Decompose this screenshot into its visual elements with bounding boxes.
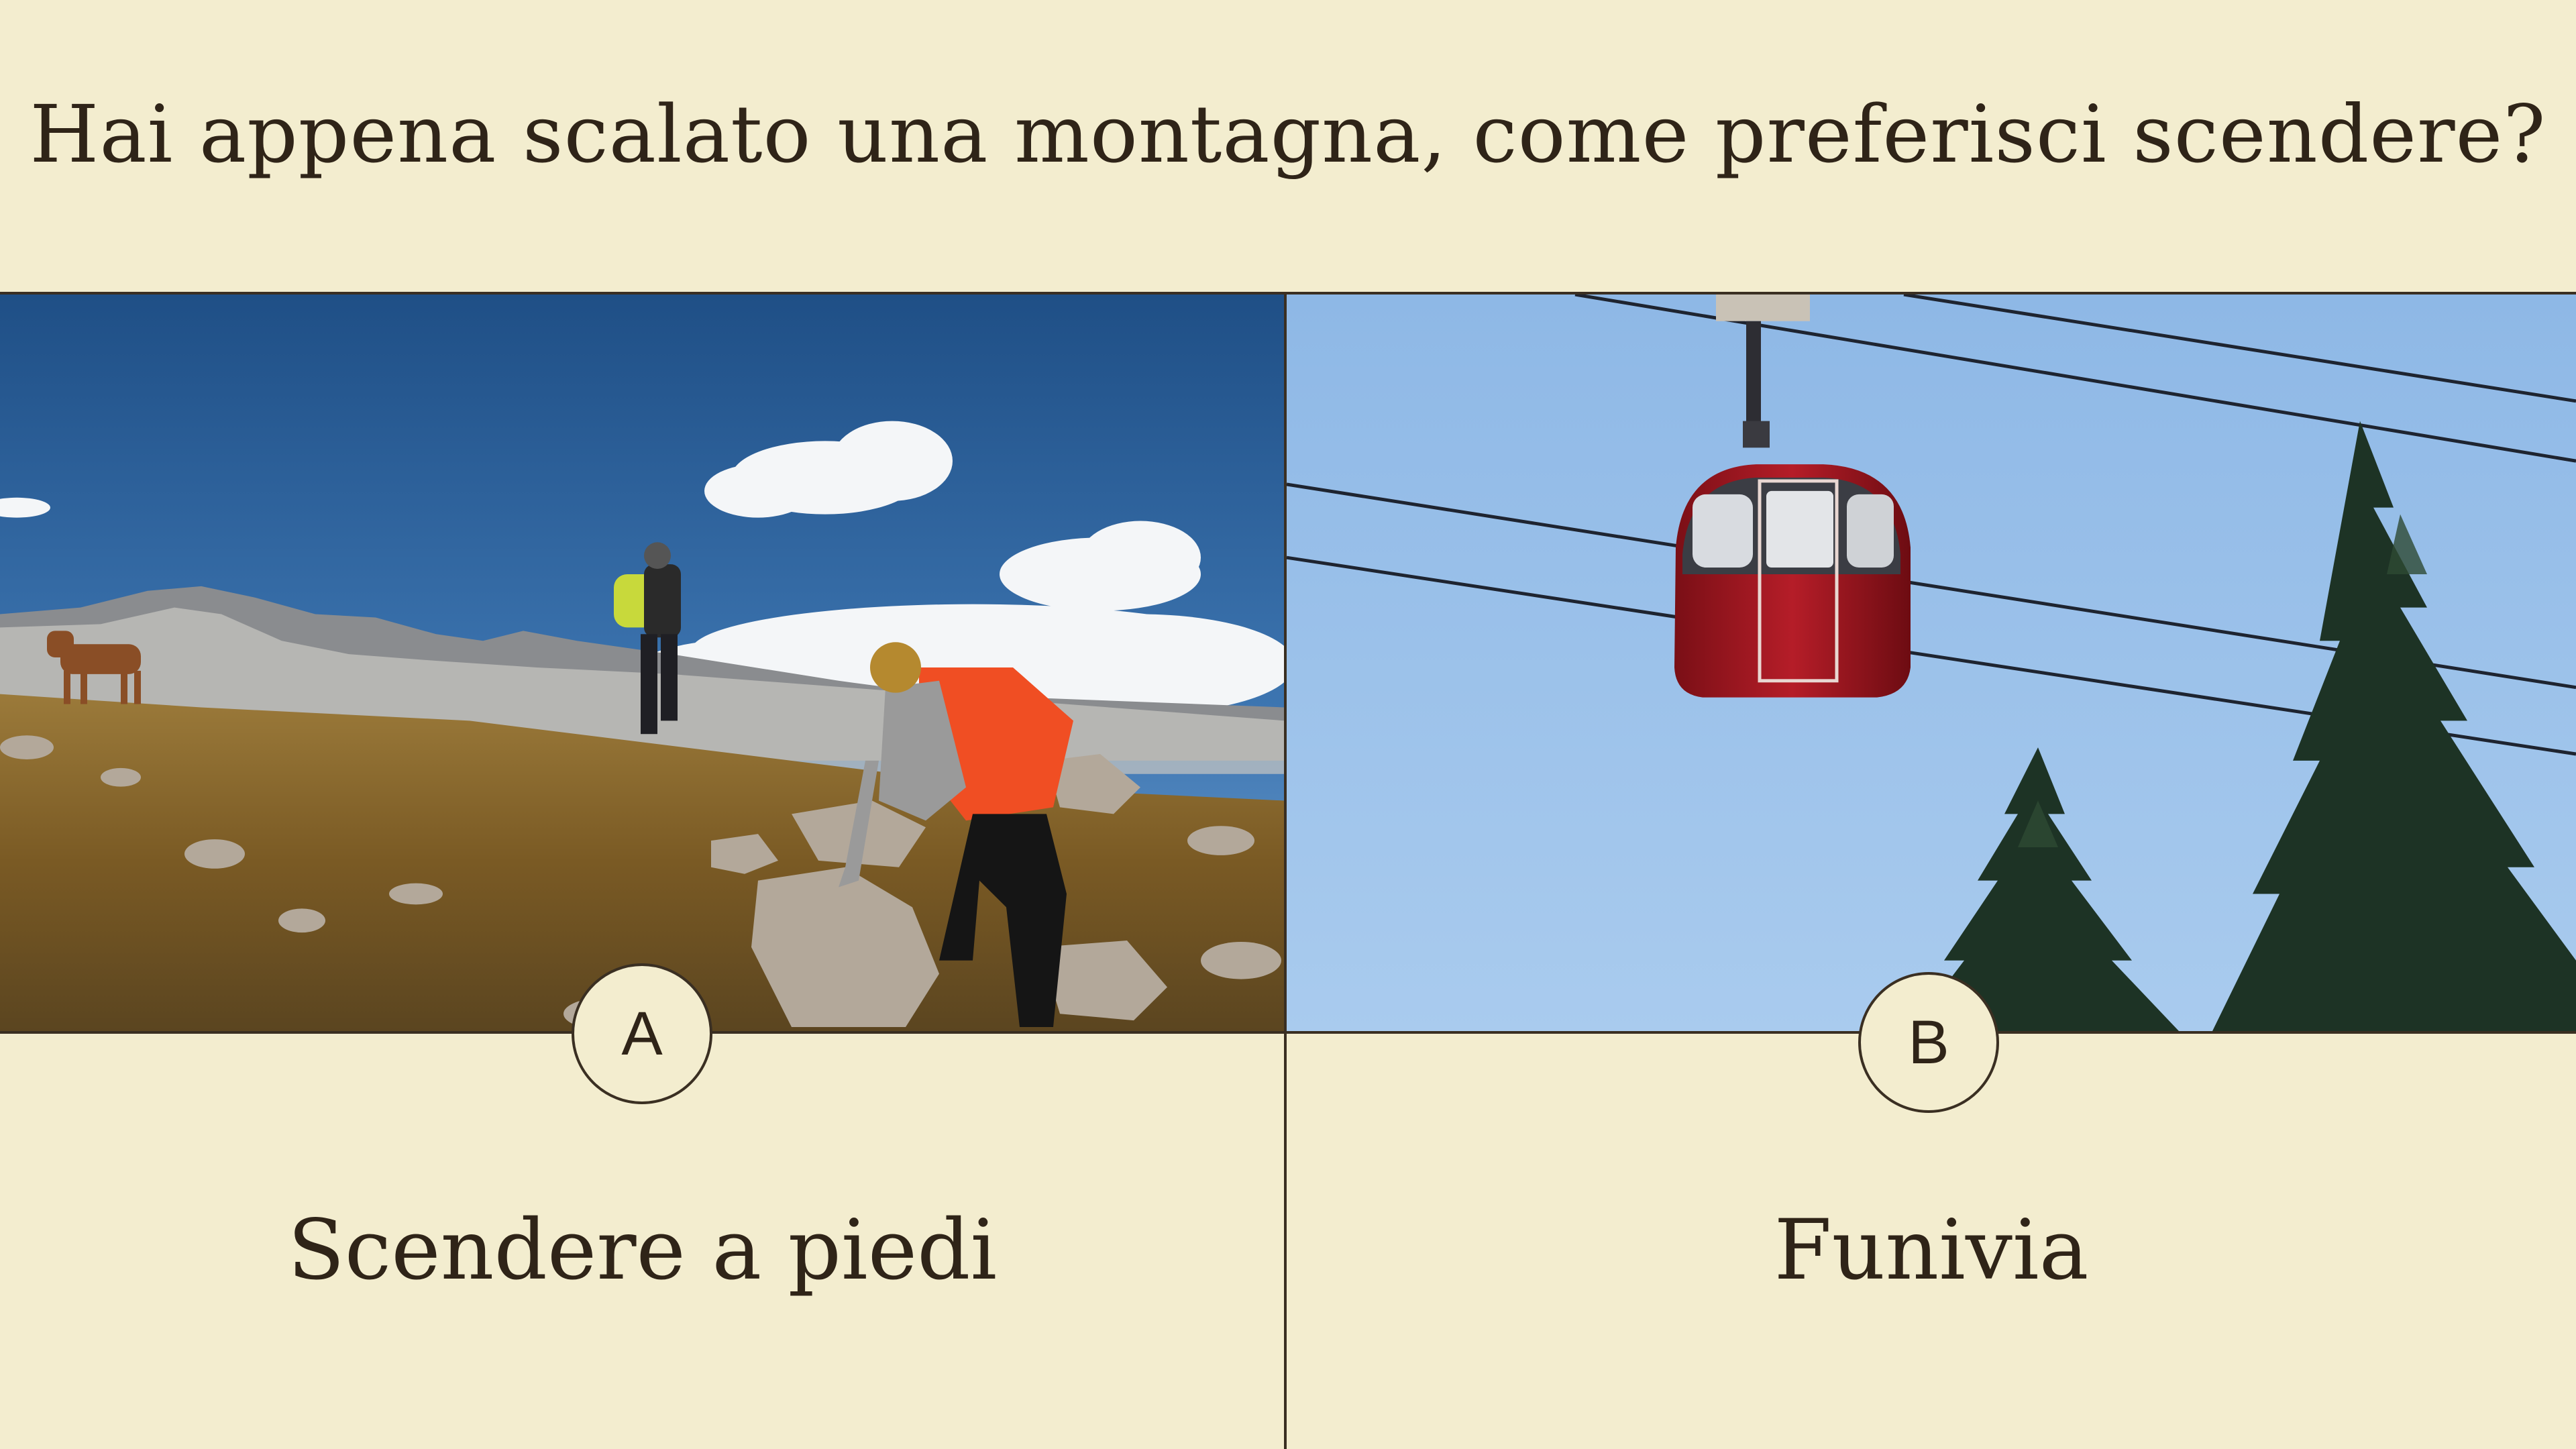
question-title: Hai appena scalato una montagna, come pr… <box>30 88 2546 180</box>
option-a-image[interactable] <box>0 292 1285 1034</box>
cable-car-photo <box>1287 294 2576 1031</box>
gondola-shape <box>1674 464 1911 698</box>
hiking-photo <box>0 294 1285 1031</box>
option-b-label[interactable]: Funivia <box>1287 1201 2576 1301</box>
option-a-badge[interactable]: A <box>572 963 712 1104</box>
option-b-image[interactable] <box>1287 292 2576 1034</box>
option-b-badge[interactable]: B <box>1858 972 1999 1113</box>
quiz-slide: Hai appena scalato una montagna, come pr… <box>0 0 2576 1449</box>
option-a-label[interactable]: Scendere a piedi <box>0 1201 1285 1301</box>
